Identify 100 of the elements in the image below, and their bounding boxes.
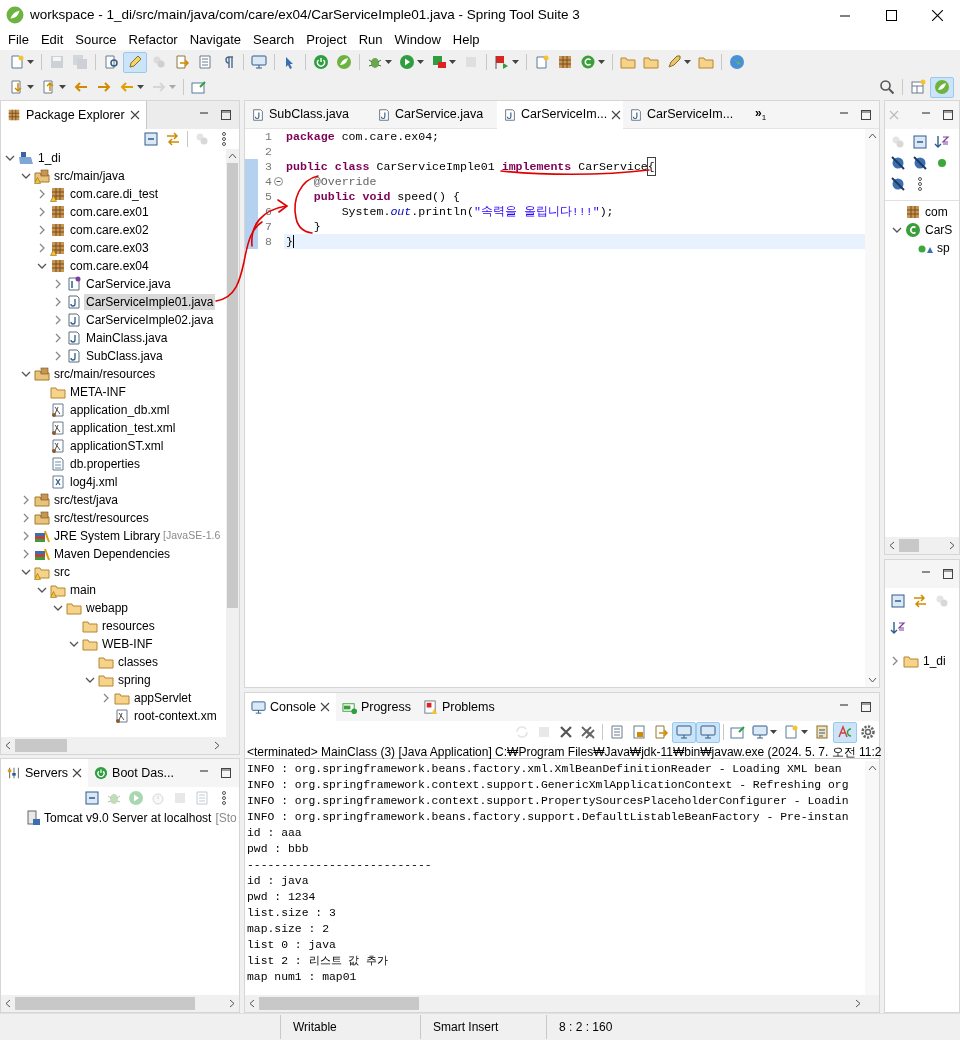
editor-tab[interactable]: CarServiceIm...: [623, 100, 749, 129]
tree-item[interactable]: src/test/resources: [52, 510, 151, 526]
view-tab[interactable]: Package Explorer: [1, 101, 147, 129]
scroll-up-icon[interactable]: [867, 133, 877, 139]
view-tab[interactable]: Progress: [335, 693, 417, 721]
code-line: System.out.println("속력을 올립니다!!!");: [340, 204, 615, 219]
tree-item[interactable]: CarServiceImple01.java: [84, 294, 216, 310]
tree-item[interactable]: com.care.di_test: [68, 186, 161, 202]
close-icon[interactable]: [129, 110, 140, 120]
tree-item[interactable]: src/main/java: [52, 168, 127, 184]
maximize-icon[interactable]: [219, 766, 233, 780]
editor-tab[interactable]: CarServiceIm...: [497, 100, 623, 129]
editor-tab[interactable]: SubClass.java: [245, 100, 371, 129]
console-line: list 2 : 리스트 값 추가: [247, 954, 390, 969]
view-tab[interactable]: Boot Das...: [88, 759, 180, 787]
tree-item[interactable]: CarS: [923, 222, 955, 238]
tree-item[interactable]: classes: [116, 654, 160, 670]
scrollbar-thumb[interactable]: [259, 997, 419, 1010]
code-line: package com.care.ex04;: [285, 129, 441, 144]
tree-item[interactable]: SubClass.java: [84, 348, 165, 364]
java-file-icon: [629, 107, 643, 122]
line-number: 3: [264, 158, 272, 175]
menu-item[interactable]: Project: [300, 30, 353, 50]
leaf-icon[interactable]: [930, 76, 954, 98]
monitor-icon[interactable]: [672, 721, 696, 743]
menu-item[interactable]: Help: [446, 30, 486, 50]
tree-item[interactable]: MainClass.java: [84, 330, 170, 346]
fold-icon[interactable]: [272, 177, 284, 186]
tree-item[interactable]: src: [52, 564, 72, 580]
tree-item[interactable]: webapp: [84, 600, 131, 616]
close-icon[interactable]: [611, 109, 622, 120]
view-tab[interactable]: Problems: [416, 693, 501, 721]
line-number: 8: [264, 233, 272, 250]
console-line: pwd : bbb: [247, 842, 310, 857]
tree-item[interactable]: com.care.ex02: [68, 222, 151, 238]
status-field: 8 : 2 : 160: [559, 1018, 613, 1036]
tree-item[interactable]: application_test.xml: [68, 420, 178, 436]
server-item[interactable]: Tomcat v9.0 Server at localhost: [44, 809, 212, 827]
tree-item[interactable]: CarService.java: [84, 276, 173, 292]
java-file-icon: [503, 107, 517, 122]
menu-item[interactable]: Edit: [34, 30, 70, 50]
menu-item[interactable]: Refactor: [122, 30, 184, 50]
tree-item[interactable]: WEB-INF: [100, 636, 155, 652]
scroll-down-icon[interactable]: [867, 677, 877, 683]
menu-item[interactable]: Window: [388, 30, 447, 50]
menu-item[interactable]: Source: [69, 30, 123, 50]
view-tab[interactable]: Console: [245, 693, 336, 721]
tree-item[interactable]: com.care.ex03: [68, 240, 151, 256]
maximize-icon[interactable]: [859, 107, 873, 122]
tree-item[interactable]: log4j.xml: [68, 474, 120, 490]
monitor-icon[interactable]: [696, 721, 720, 743]
view-tab[interactable]: Servers: [1, 759, 89, 787]
maximize-icon[interactable]: [859, 700, 873, 714]
power-icon: [94, 766, 109, 780]
tree-item[interactable]: META-INF: [68, 384, 128, 400]
tree-item[interactable]: sp: [935, 240, 952, 256]
tree-item[interactable]: spring: [116, 672, 153, 688]
tree-item[interactable]: com: [923, 204, 950, 220]
code-line: }: [312, 219, 322, 234]
tree-item[interactable]: com.care.ex01: [68, 204, 151, 220]
menu-item[interactable]: Search: [247, 30, 301, 50]
line-number: 1: [264, 128, 272, 145]
tree-item[interactable]: 1_di: [36, 150, 63, 166]
close-icon[interactable]: [319, 702, 330, 712]
scrollbar-thumb[interactable]: [15, 739, 67, 752]
tree-item[interactable]: com.care.ex04: [68, 258, 151, 274]
console-line: ---------------------------: [247, 858, 433, 873]
java-file-icon: [377, 107, 391, 122]
maximize-icon[interactable]: [941, 567, 955, 581]
pencil-icon[interactable]: [123, 51, 147, 73]
scrollbar-thumb[interactable]: [227, 163, 238, 608]
code-line: @Override: [312, 174, 378, 189]
menu-item[interactable]: Navigate: [183, 30, 247, 50]
tree-item[interactable]: main: [68, 582, 98, 598]
tree-item[interactable]: application_db.xml: [68, 402, 172, 418]
tree-item[interactable]: CarServiceImple02.java: [84, 312, 216, 328]
tree-item[interactable]: src/test/java: [52, 492, 121, 508]
tree-item[interactable]: 1_di: [921, 653, 948, 669]
tree-item[interactable]: applicationST.xml: [68, 438, 166, 454]
menu-item[interactable]: File: [2, 30, 35, 50]
tree-item[interactable]: resources: [100, 618, 157, 634]
console-line: list.size : 3: [247, 906, 337, 921]
java-file-icon: [251, 107, 265, 122]
highlight-icon[interactable]: [833, 721, 857, 743]
scroll-up-icon[interactable]: [867, 765, 877, 771]
maximize-icon[interactable]: [941, 108, 955, 122]
tree-item[interactable]: src/main/resources: [52, 366, 158, 382]
scrollbar-thumb[interactable]: [15, 997, 195, 1010]
tree-item[interactable]: root-context.xm: [132, 708, 219, 724]
close-icon[interactable]: [72, 768, 83, 778]
console-line: id : java: [247, 874, 310, 889]
tree-item[interactable]: JRE System Library: [52, 528, 163, 544]
editor-tab[interactable]: CarService.java: [371, 100, 497, 129]
scrollbar-thumb[interactable]: [899, 539, 919, 552]
menu-item[interactable]: Run: [352, 30, 389, 50]
tree-item[interactable]: Maven Dependencies: [52, 546, 173, 562]
tree-item[interactable]: appServlet: [132, 690, 194, 706]
maximize-icon[interactable]: [219, 108, 233, 122]
tree-item[interactable]: db.properties: [68, 456, 143, 472]
more-tabs-button[interactable]: »$_{1}$: [755, 104, 767, 125]
